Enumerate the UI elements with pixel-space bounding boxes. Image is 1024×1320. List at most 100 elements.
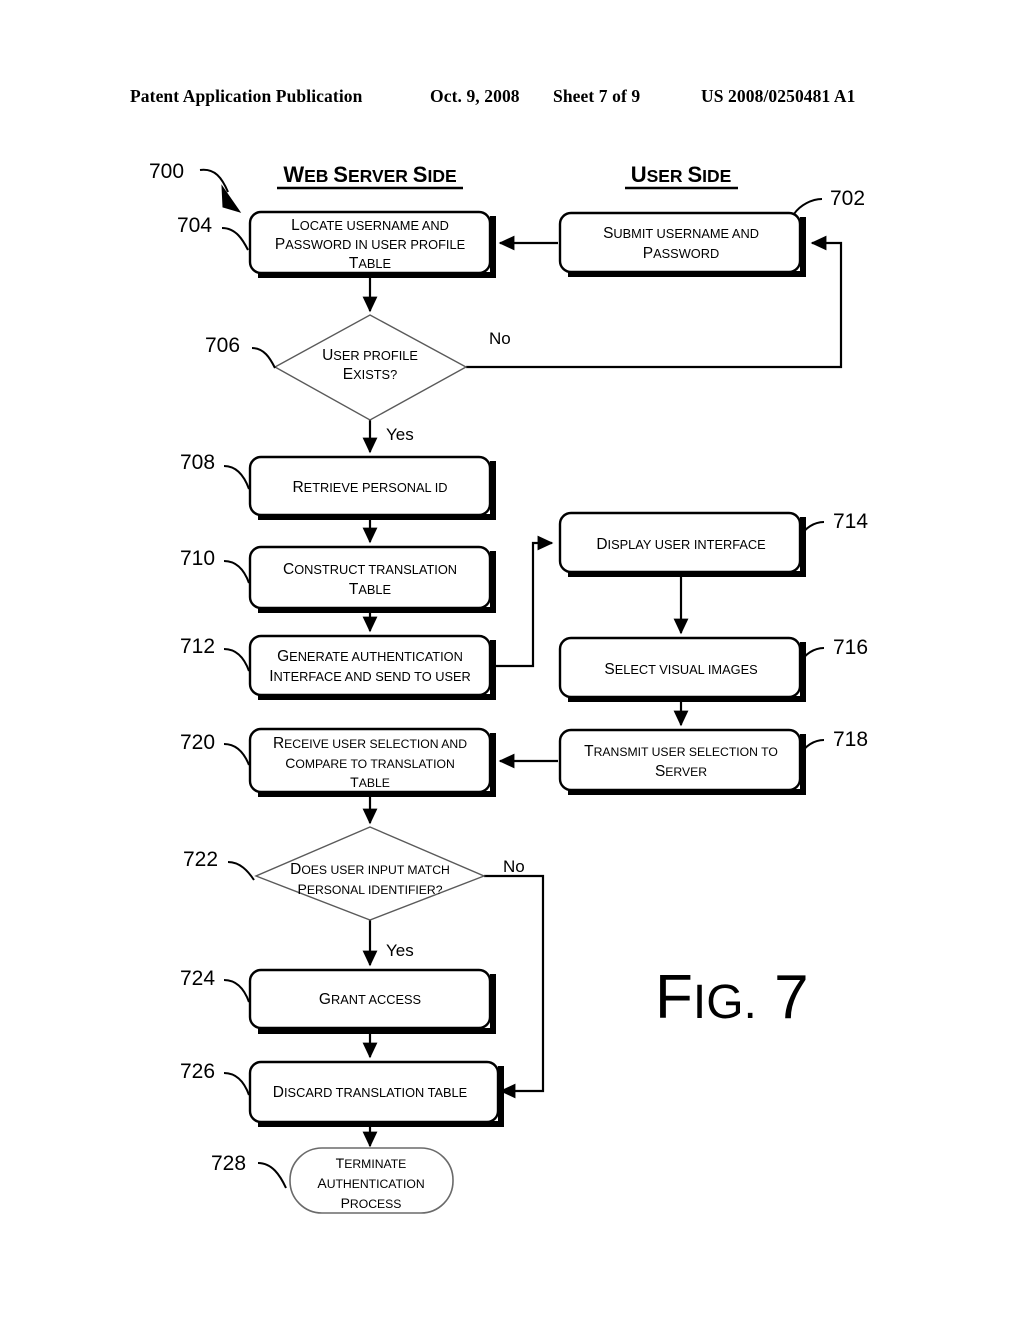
figlabel-c0: F (655, 963, 693, 1032)
n716-l0r: ELECT VISUAL IMAGES (615, 662, 758, 677)
ref-708-label: 708 (180, 451, 215, 474)
ref-728-leader (257, 1162, 287, 1189)
n722-l0c: D (290, 861, 301, 878)
node-718-box[interactable] (558, 728, 802, 792)
n720-l1r: OMPARE TO TRANSLATION (295, 757, 454, 771)
svg-text:CONSTRUCT TRANSLATION: CONSTRUCT TRANSLATION (283, 561, 457, 578)
n718-l1r: ERVER (665, 765, 707, 779)
node-712-box[interactable] (248, 634, 492, 697)
n712-l0r: ENERATE AUTHENTICATION (289, 649, 463, 664)
node-728-terminate-authentication-process[interactable]: TERMINATE AUTHENTICATION PROCESS 728 (211, 1147, 454, 1214)
lane-title-web-server-side: WEB SERVER SIDE (277, 162, 463, 190)
ref-726-label: 726 (180, 1060, 215, 1083)
ref-710-leader (223, 560, 250, 584)
svg-text:AUTHENTICATION: AUTHENTICATION (317, 1175, 424, 1191)
n704-l1c: P (275, 236, 285, 253)
node-702-box[interactable] (558, 211, 802, 274)
node-720-receive-user-selection[interactable]: RECEIVE USER SELECTION AND COMPARE TO TR… (180, 727, 496, 797)
ref-724-leader (223, 979, 250, 1003)
n704-l1r: ASSWORD IN USER PROFILE (285, 237, 465, 252)
n728-l2r: ROCESS (350, 1197, 401, 1211)
ref-702-leader (793, 198, 823, 215)
n706-l0r: SER PROFILE (333, 348, 418, 363)
n728-l1r: UTHENTICATION (327, 1177, 425, 1191)
n728-l2c: P (341, 1195, 350, 1211)
figlabel-c1: 7 (757, 963, 809, 1032)
n720-l0c: R (273, 735, 284, 752)
svg-text:EXISTS?: EXISTS? (343, 366, 397, 383)
branch-label-706-yes: Yes (386, 425, 414, 444)
n726-l0r: ISCARD TRANSLATION TABLE (284, 1085, 467, 1100)
n720-l1c: C (285, 755, 295, 771)
node-722-does-user-input-match[interactable]: DOES USER INPUT MATCH PERSONAL IDENTIFIE… (183, 826, 525, 960)
ref-702-label: 702 (830, 187, 865, 210)
ref-714-label: 714 (833, 510, 868, 533)
figlabel-r0: IG. (693, 976, 757, 1029)
n702-l1r: ASSWORD (653, 246, 719, 261)
n710-l0r: ONSTRUCT TRANSLATION (294, 562, 457, 577)
lane0-title-r0: EB (304, 166, 333, 186)
svg-text:SUBMIT USERNAME AND: SUBMIT USERNAME AND (603, 225, 759, 242)
svg-text:TERMINATE: TERMINATE (336, 1155, 407, 1171)
node-726-discard-translation-table[interactable]: DISCARD TRANSLATION TABLE 726 (180, 1060, 504, 1127)
ref-722-leader (227, 861, 255, 881)
ref-720-leader (223, 743, 250, 766)
lane0-title-c2: S (413, 162, 428, 187)
n704-l2r: ABLE (358, 256, 391, 271)
lane0-title-c1: S (333, 162, 348, 187)
svg-text:TABLE: TABLE (349, 255, 391, 272)
svg-text:RECEIVE USER SELECTION AND: RECEIVE USER SELECTION AND (273, 735, 467, 752)
node-706-user-profile-exists[interactable]: USER PROFILE EXISTS? 706 No Yes (205, 314, 511, 444)
n722-l0r: OES USER INPUT MATCH (301, 863, 450, 877)
node-712-generate-authentication-interface[interactable]: GENERATE AUTHENTICATION INTERFACE AND SE… (180, 634, 496, 700)
lane1-title-c1: S (687, 162, 702, 187)
ref-706-leader (251, 347, 276, 369)
ref-706-label: 706 (205, 334, 240, 357)
n702-l0r: UBMIT USERNAME AND (613, 226, 759, 241)
svg-text:PERSONAL IDENTIFIER?: PERSONAL IDENTIFIER? (297, 881, 442, 897)
figure-7-flowchart: WEB SERVER SIDE USER SIDE 700 LOCATE USE… (149, 160, 868, 1214)
node-704-locate-username[interactable]: LOCATE USERNAME AND PASSWORD IN USER PRO… (177, 210, 496, 278)
lane-title-user-side: USER SIDE (625, 162, 738, 190)
n724-l0r: RANT ACCESS (331, 992, 421, 1007)
svg-text:USER SIDE: USER SIDE (631, 162, 732, 187)
n720-l0r: ECEIVE USER SELECTION AND (284, 737, 467, 751)
n718-l1c: S (655, 763, 665, 780)
n710-l0c: C (283, 561, 294, 578)
ref-710-label: 710 (180, 547, 215, 570)
ref-708-leader (223, 465, 250, 490)
svg-text:WEB SERVER SIDE: WEB SERVER SIDE (283, 162, 456, 187)
branch-label-722-yes: Yes (386, 941, 414, 960)
ref-712-label: 712 (180, 635, 215, 658)
node-708-retrieve-personal-id[interactable]: RETRIEVE PERSONAL ID 708 (180, 451, 496, 520)
n702-l0c: S (603, 225, 613, 242)
svg-text:GRANT ACCESS: GRANT ACCESS (319, 991, 421, 1008)
node-716-select-visual-images[interactable]: SELECT VISUAL IMAGES 716 (558, 636, 868, 702)
n726-l0c: D (273, 1084, 284, 1101)
n718-l0r: RANSMIT USER SELECTION TO (594, 745, 778, 759)
ref-704-leader (221, 227, 249, 251)
node-724-grant-access[interactable]: GRANT ACCESS 724 (180, 967, 496, 1034)
node-714-display-user-interface[interactable]: DISPLAY USER INTERFACE 714 (558, 510, 868, 577)
lane0-title-c0: W (283, 162, 304, 187)
svg-text:DOES USER INPUT MATCH: DOES USER INPUT MATCH (290, 861, 450, 878)
n708-l0c: R (292, 479, 303, 496)
ref-716-label: 716 (833, 636, 868, 659)
branch-label-722-no: No (503, 857, 525, 876)
n722-l1r: ERSONAL IDENTIFIER? (307, 883, 443, 897)
node-702-submit-username[interactable]: SUBMIT USERNAME AND PASSWORD 702 (558, 187, 865, 277)
ref-724-label: 724 (180, 967, 215, 990)
svg-text:COMPARE TO TRANSLATION: COMPARE TO TRANSLATION (285, 755, 455, 771)
lane1-title-c0: U (631, 162, 647, 187)
ref-722-label: 722 (183, 848, 218, 871)
n724-l0c: G (319, 991, 331, 1008)
ref-700-arrowhead (221, 184, 242, 213)
figure-label: FIG. 7 (655, 963, 809, 1032)
n708-l0r: ETRIEVE PERSONAL ID (304, 480, 448, 495)
lane0-title-r1: ERVER (348, 166, 413, 186)
node-718-transmit-user-selection[interactable]: TRANSMIT USER SELECTION TO SERVER 718 (558, 728, 868, 795)
svg-text:SERVER: SERVER (655, 763, 707, 780)
svg-text:TABLE: TABLE (349, 581, 391, 598)
n712-l0c: G (277, 648, 289, 665)
node-710-construct-translation-table[interactable]: CONSTRUCT TRANSLATION TABLE 710 (180, 545, 496, 613)
